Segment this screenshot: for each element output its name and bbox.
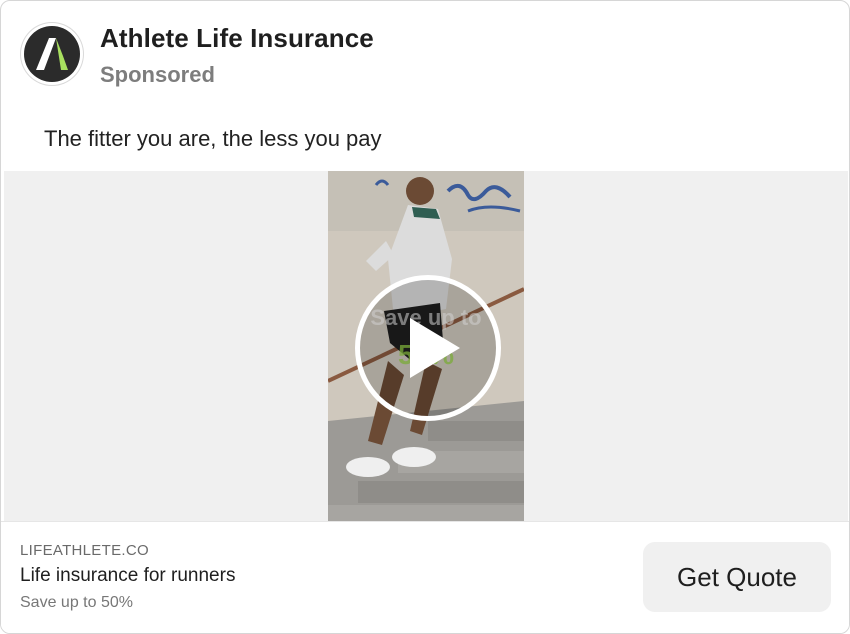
get-quote-button[interactable]: Get Quote xyxy=(643,542,831,612)
page-name[interactable]: Athlete Life Insurance xyxy=(100,23,374,54)
page-avatar[interactable] xyxy=(21,23,83,85)
link-description: Save up to 50% xyxy=(20,594,133,611)
link-domain: LIFEATHLETE.CO xyxy=(20,542,149,559)
ad-media: Save up to 50% xyxy=(4,171,848,521)
play-button[interactable] xyxy=(355,275,501,421)
sponsored-ad-card: Athlete Life Insurance Sponsored The fit… xyxy=(0,0,850,634)
athlete-a-logo-icon xyxy=(24,26,80,82)
ad-link-footer[interactable]: LIFEATHLETE.CO Life insurance for runner… xyxy=(1,521,849,633)
link-headline[interactable]: Life insurance for runners xyxy=(20,565,235,587)
ad-caption: The fitter you are, the less you pay xyxy=(44,126,382,151)
play-icon xyxy=(410,318,460,378)
sponsored-label: Sponsored xyxy=(100,62,215,87)
ad-video[interactable]: Save up to 50% xyxy=(328,171,524,521)
